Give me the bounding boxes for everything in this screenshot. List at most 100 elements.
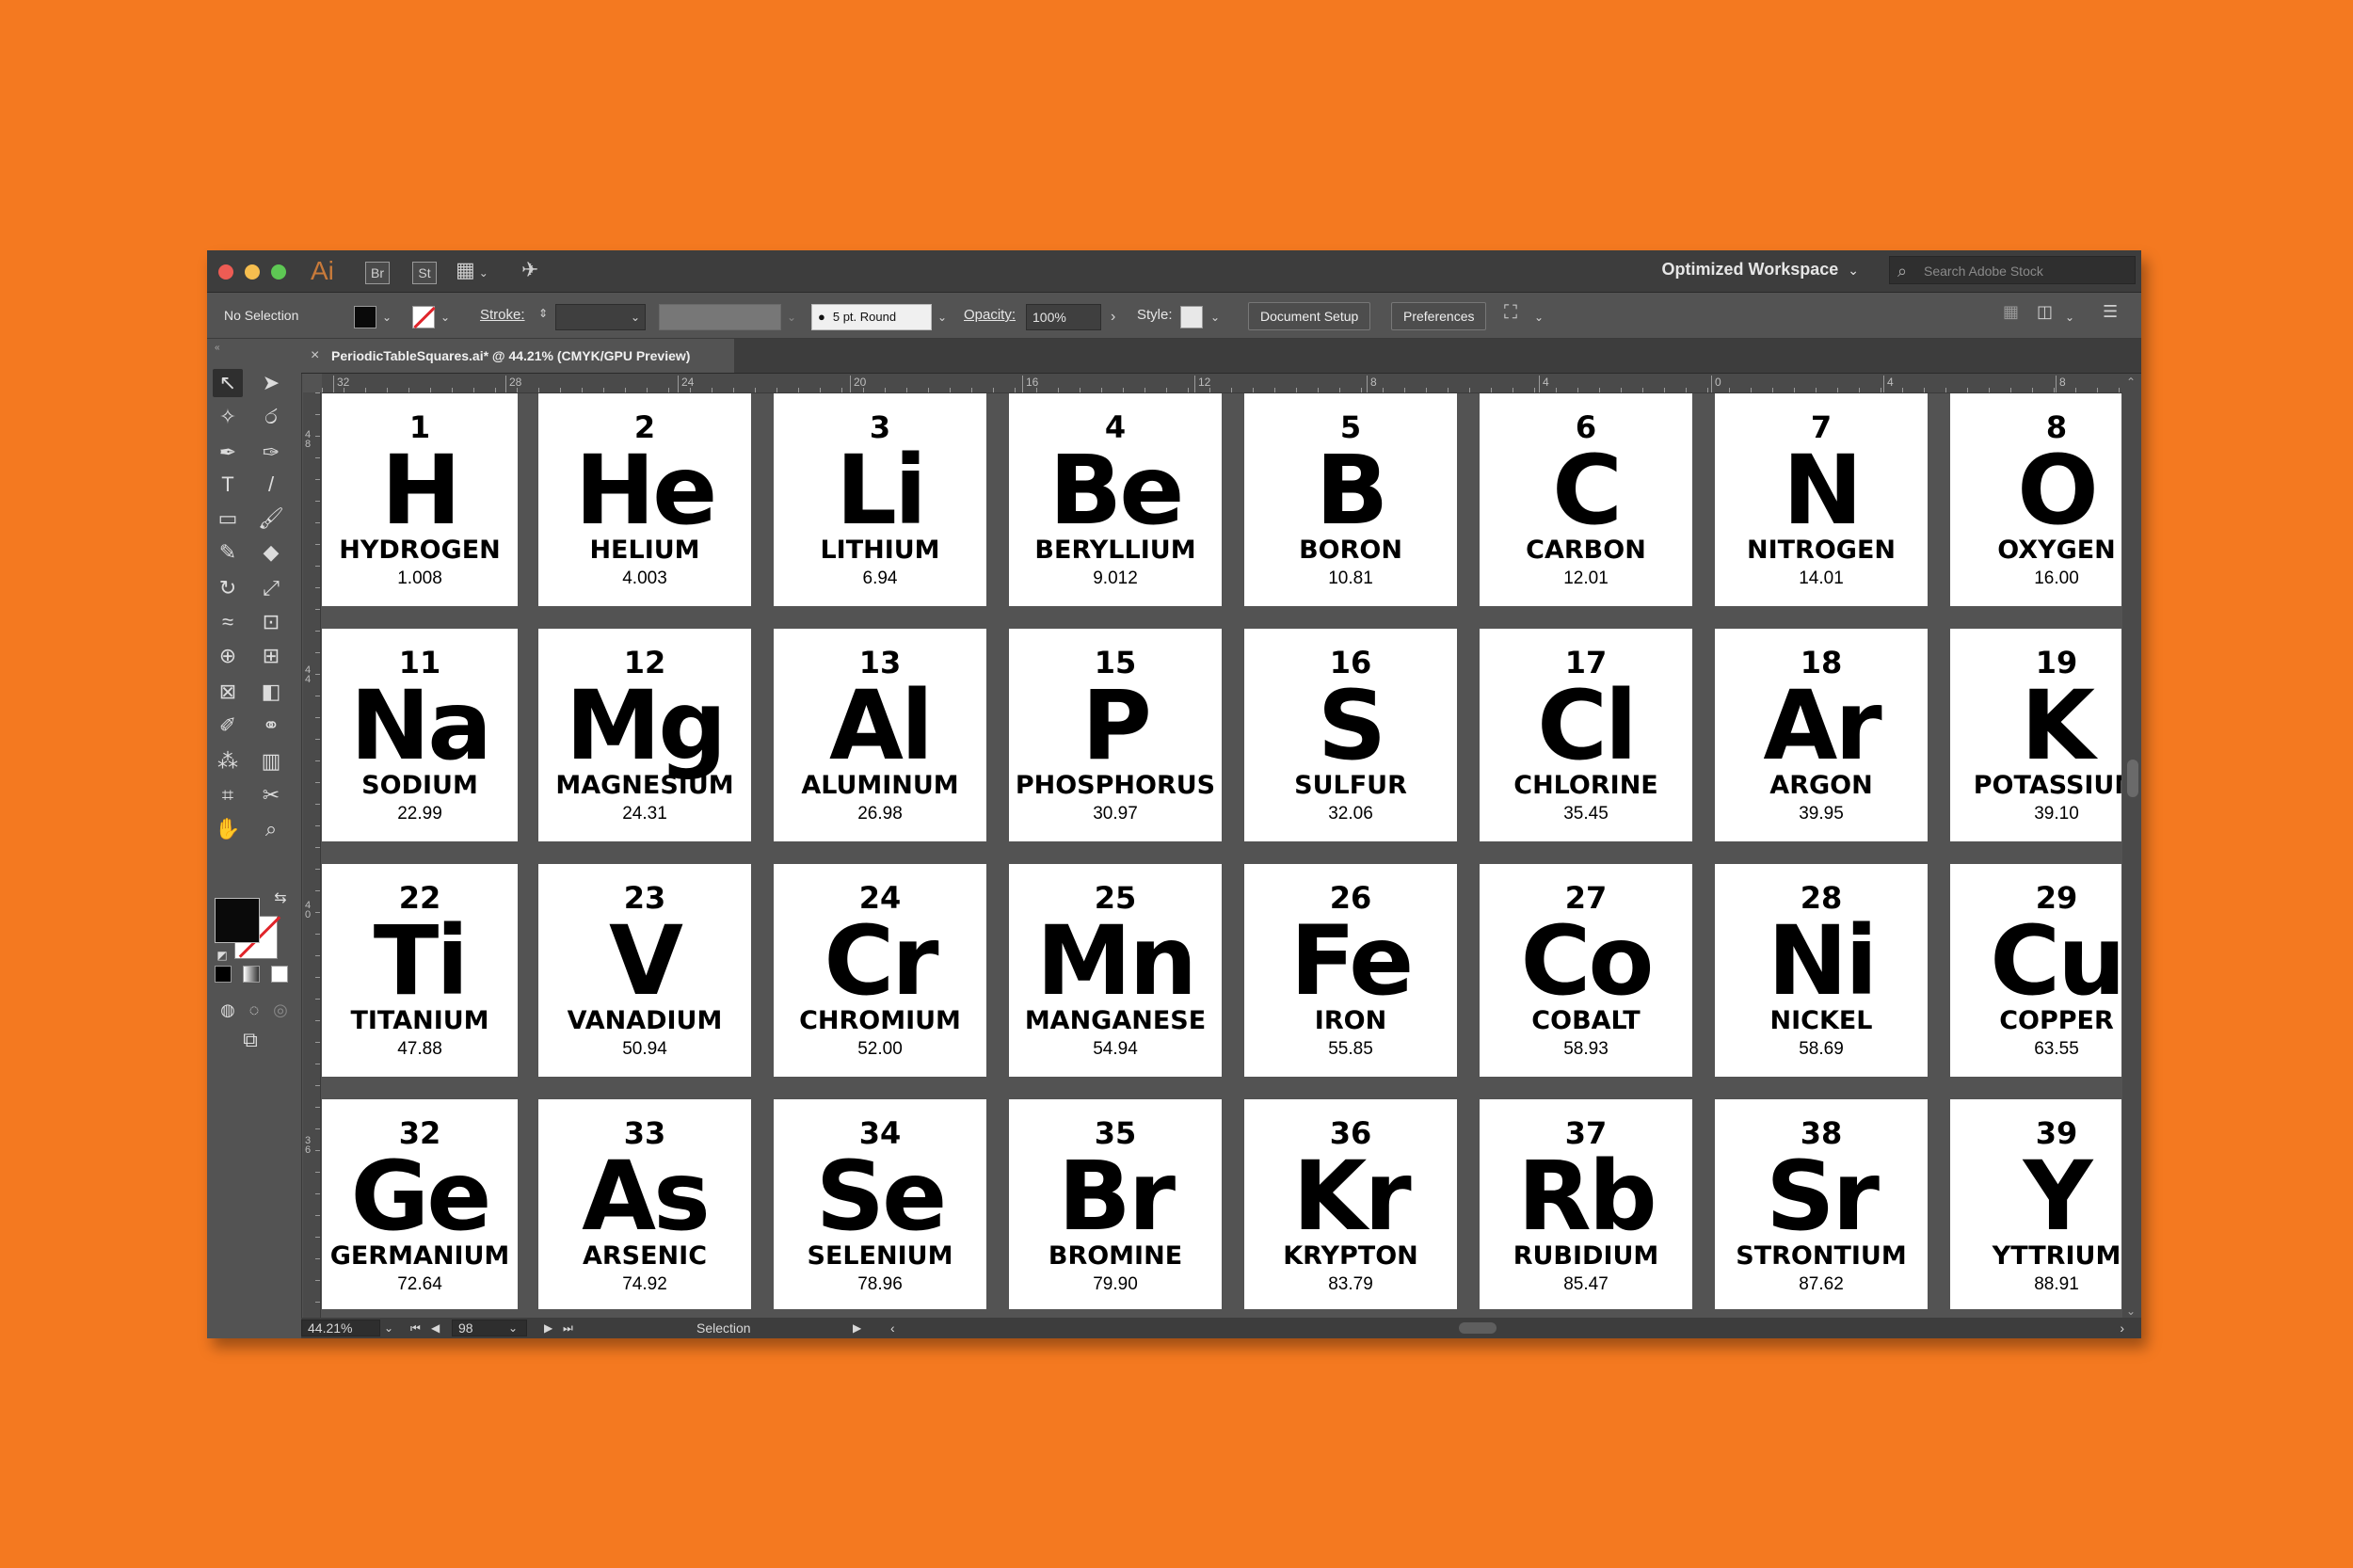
eyedropper-tool-icon[interactable]: ✐ <box>213 712 243 740</box>
fill-color-box[interactable] <box>215 898 260 943</box>
element-tile[interactable]: 2 He HELIUM 4.003 <box>538 393 751 606</box>
color-mode-icon[interactable] <box>215 966 232 983</box>
element-tile[interactable]: 38 Sr STRONTIUM 87.62 <box>1715 1099 1928 1309</box>
swap-fill-stroke-icon[interactable]: ⇆ <box>265 885 296 913</box>
scroll-up-icon[interactable]: ⌃ <box>2126 376 2136 389</box>
arrange-documents-icon[interactable]: ▦ ⌄ <box>456 258 488 282</box>
pen-tool-icon[interactable]: ✒ <box>213 439 243 467</box>
element-tile[interactable]: 34 Se SELENIUM 78.96 <box>774 1099 986 1309</box>
stroke-label[interactable]: Stroke: <box>480 293 525 338</box>
rectangle-tool-icon[interactable]: ▭ <box>213 504 243 533</box>
free-transform-tool-icon[interactable]: ⊡ <box>256 608 286 636</box>
hand-tool-icon[interactable]: ✋ <box>213 815 243 843</box>
line-tool-icon[interactable]: / <box>256 471 286 499</box>
close-tab-icon[interactable]: × <box>311 339 319 373</box>
document-tab[interactable]: × PeriodicTableSquares.ai* @ 44.21% (CMY… <box>301 339 734 373</box>
element-tile[interactable]: 5 B BORON 10.81 <box>1244 393 1457 606</box>
gpu-performance-icon[interactable]: ✈ <box>521 258 538 282</box>
warp-tool-icon[interactable]: ≈ <box>213 608 243 636</box>
zoom-chevron-icon[interactable]: ⌄ <box>384 1318 393 1338</box>
artboard-canvas[interactable]: 1 H HYDROGEN 1.008 2 He HELIUM 4.003 3 Li LITHIUM 6… <box>322 393 2121 1309</box>
selection-options-icon[interactable]: ⛶ <box>1504 302 1517 324</box>
element-tile[interactable]: 17 Cl CHLORINE 35.45 <box>1480 629 1692 841</box>
distribute-chevron-icon[interactable]: ⌄ <box>2065 306 2074 328</box>
workspace-switcher[interactable]: Optimized Workspace ⌄ <box>1662 260 1859 280</box>
bridge-button[interactable]: Br <box>365 262 390 284</box>
close-window-button[interactable] <box>218 264 233 280</box>
fill-dropdown-chevron-icon[interactable]: ⌄ <box>382 306 392 328</box>
stroke-weight-chevron-icon[interactable]: ⌄ <box>631 306 640 328</box>
element-tile[interactable]: 3 Li LITHIUM 6.94 <box>774 393 986 606</box>
element-tile[interactable]: 35 Br BROMINE 79.90 <box>1009 1099 1222 1309</box>
fill-swatch[interactable] <box>354 306 376 328</box>
stock-search-input[interactable]: ⌕ Search Adobe Stock <box>1889 256 2136 284</box>
last-artboard-icon[interactable]: ⏭ <box>563 1318 573 1338</box>
scroll-left-icon[interactable]: ‹ <box>890 1318 895 1338</box>
element-tile[interactable]: 33 As ARSENIC 74.92 <box>538 1099 751 1309</box>
document-setup-button[interactable]: Document Setup <box>1248 302 1371 330</box>
opacity-arrow-icon[interactable]: › <box>1111 306 1115 328</box>
opacity-label[interactable]: Opacity: <box>964 293 1016 338</box>
artboard-chevron-icon[interactable]: ⌄ <box>508 1318 518 1338</box>
element-tile[interactable]: 13 Al ALUMINUM 26.98 <box>774 629 986 841</box>
graphic-style-swatch[interactable] <box>1180 306 1203 328</box>
element-tile[interactable]: 27 Co COBALT 58.93 <box>1480 864 1692 1077</box>
horizontal-ruler[interactable]: 32 28 24 20 16 12 8 4 0 4 8 <box>322 374 2132 393</box>
horizontal-scroll-thumb[interactable] <box>1459 1322 1497 1334</box>
element-tile[interactable]: 19KPOTASSIUM39.10 <box>1950 629 2121 841</box>
element-tile[interactable]: 6 C CARBON 12.01 <box>1480 393 1692 606</box>
eraser-tool-icon[interactable]: ◆ <box>256 538 286 567</box>
style-chevron-icon[interactable]: ⌄ <box>1210 306 1220 328</box>
profile-chevron-icon[interactable]: ⌄ <box>787 306 796 328</box>
element-tile[interactable]: 24 Cr CHROMIUM 52.00 <box>774 864 986 1077</box>
element-tile[interactable]: 23 V VANADIUM 50.94 <box>538 864 751 1077</box>
selection-tool-icon[interactable]: ↖ <box>213 369 243 397</box>
draw-inside-icon[interactable]: ◎ <box>265 996 296 1024</box>
perspective-grid-tool-icon[interactable]: ⊞ <box>256 642 286 670</box>
shaper-tool-icon[interactable]: ✎ <box>213 538 243 567</box>
next-artboard-icon[interactable]: ▶ <box>544 1318 552 1338</box>
paintbrush-tool-icon[interactable]: 🖌 <box>256 504 286 533</box>
artboard-tool-icon[interactable]: ⌗ <box>213 781 243 809</box>
screen-mode-icon[interactable]: ⧉ <box>235 1026 265 1054</box>
scroll-right-icon[interactable]: › <box>2120 1318 2124 1338</box>
shape-builder-tool-icon[interactable]: ⊕ <box>213 642 243 670</box>
gradient-mode-icon[interactable] <box>243 966 260 983</box>
direct-selection-tool-icon[interactable]: ➤ <box>256 369 286 397</box>
lasso-tool-icon[interactable]: ර <box>256 403 286 431</box>
vertical-ruler[interactable]: 4844403632 <box>303 392 321 1320</box>
element-tile[interactable]: 36 Kr KRYPTON 83.79 <box>1244 1099 1457 1309</box>
slice-tool-icon[interactable]: ✂ <box>256 781 286 809</box>
stock-button[interactable]: St <box>412 262 437 284</box>
panel-menu-icon[interactable]: ☰ <box>2103 302 2118 322</box>
stroke-weight-stepper[interactable]: ⇕ <box>538 302 548 325</box>
element-tile[interactable]: 39 Y YTTRIUM 88.91 <box>1950 1099 2121 1309</box>
selection-options-chevron-icon[interactable]: ⌄ <box>1534 306 1544 328</box>
preferences-button[interactable]: Preferences <box>1391 302 1487 330</box>
element-tile[interactable]: 16 S SULFUR 32.06 <box>1244 629 1457 841</box>
status-menu-arrow-icon[interactable]: ▶ <box>853 1318 861 1338</box>
align-icon[interactable]: ▦ <box>2003 302 2019 322</box>
element-tile[interactable]: 32 Ge GERMANIUM 72.64 <box>322 1099 518 1309</box>
element-tile[interactable]: 29 Cu COPPER 63.55 <box>1950 864 2121 1077</box>
first-artboard-icon[interactable]: ⏮ <box>410 1318 421 1338</box>
vertical-scroll-thumb[interactable] <box>2127 760 2138 797</box>
previous-artboard-icon[interactable]: ◀ <box>431 1318 440 1338</box>
scale-tool-icon[interactable]: ⤢ <box>256 574 286 602</box>
element-tile[interactable]: 1 H HYDROGEN 1.008 <box>322 393 518 606</box>
column-graph-tool-icon[interactable]: ▥ <box>256 747 286 776</box>
none-mode-icon[interactable] <box>271 966 288 983</box>
curvature-tool-icon[interactable]: ✑ <box>256 439 286 467</box>
rotate-tool-icon[interactable]: ↻ <box>213 574 243 602</box>
element-tile[interactable]: 37 Rb RUBIDIUM 85.47 <box>1480 1099 1692 1309</box>
element-tile[interactable]: 18 Ar ARGON 39.95 <box>1715 629 1928 841</box>
element-tile[interactable]: 12 Mg MAGNESIUM 24.31 <box>538 629 751 841</box>
opacity-field[interactable]: 100% <box>1026 304 1101 330</box>
element-tile[interactable]: 25 Mn MANGANESE 54.94 <box>1009 864 1222 1077</box>
element-tile[interactable]: 7 N NITROGEN 14.01 <box>1715 393 1928 606</box>
element-tile[interactable]: 8 O OXYGEN 16.00 <box>1950 393 2121 606</box>
magic-wand-tool-icon[interactable]: ✧ <box>213 403 243 431</box>
zoom-tool-icon[interactable]: ⌕ <box>256 815 286 843</box>
stroke-swatch[interactable] <box>412 306 435 328</box>
stroke-dropdown-chevron-icon[interactable]: ⌄ <box>440 306 450 328</box>
